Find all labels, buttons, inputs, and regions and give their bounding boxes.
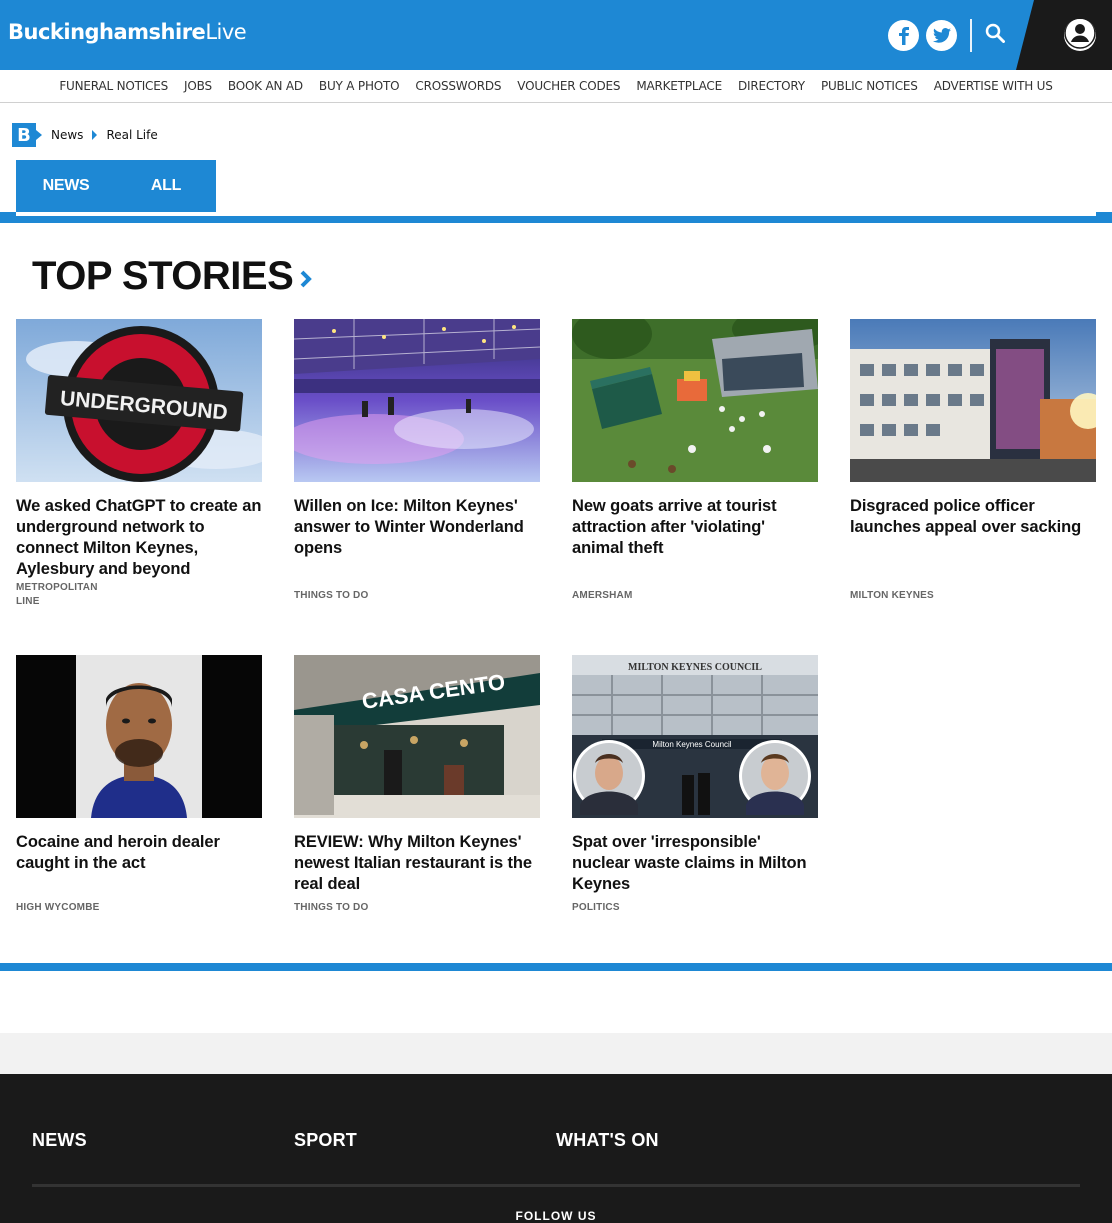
story-headline[interactable]: We asked ChatGPT to create an undergroun…	[16, 496, 262, 580]
story-card[interactable]: Cocaine and heroin dealer caught in the …	[16, 655, 262, 913]
story-image-police-station[interactable]	[850, 319, 1096, 482]
story-card[interactable]: MILTON KEYNES COUNCIL Milton Keynes Coun…	[572, 655, 818, 913]
nav-item-book-an-ad[interactable]: BOOK AN AD	[220, 79, 311, 93]
tab-all[interactable]: ALL	[116, 160, 216, 212]
breadcrumb-real-life[interactable]: Real Life	[106, 128, 157, 142]
story-headline[interactable]: REVIEW: Why Milton Keynes' newest Italia…	[294, 832, 540, 895]
nav-item-directory[interactable]: DIRECTORY	[730, 79, 813, 93]
breadcrumb-arrow-icon	[92, 130, 98, 140]
tab-news[interactable]: NEWS	[16, 160, 116, 212]
story-image-ice-rink[interactable]	[294, 319, 540, 482]
story-card[interactable]: Willen on Ice: Milton Keynes' answer to …	[294, 319, 540, 601]
footer-link-news[interactable]: NEWS	[32, 1130, 87, 1151]
story-tag[interactable]: MILTON KEYNES	[850, 589, 934, 603]
story-image-council[interactable]: MILTON KEYNES COUNCIL Milton Keynes Coun…	[572, 655, 818, 818]
facebook-icon	[897, 26, 911, 45]
story-tag[interactable]: THINGS TO DO	[294, 901, 368, 915]
story-headline[interactable]: Spat over 'irresponsible' nuclear waste …	[572, 832, 818, 895]
facebook-button[interactable]	[888, 20, 919, 51]
logo-text-bold: Buckinghamshire	[8, 20, 206, 44]
nav-item-funeral-notices[interactable]: FUNERAL NOTICES	[51, 79, 176, 93]
story-headline[interactable]: Willen on Ice: Milton Keynes' answer to …	[294, 496, 540, 559]
nav-item-marketplace[interactable]: MARKETPLACE	[628, 79, 730, 93]
search-icon	[985, 23, 1005, 47]
nav-item-public-notices[interactable]: PUBLIC NOTICES	[813, 79, 926, 93]
twitter-icon	[932, 28, 951, 43]
footer-link-sport[interactable]: SPORT	[294, 1130, 357, 1151]
story-card[interactable]: UNDERGROUND We asked ChatGPT to create a…	[16, 319, 262, 607]
follow-us-label: FOLLOW US	[515, 1209, 597, 1223]
breadcrumb-home-badge[interactable]: B	[12, 123, 42, 147]
section-divider-band	[0, 963, 1112, 971]
story-headline[interactable]: Cocaine and heroin dealer caught in the …	[16, 832, 262, 874]
search-button[interactable]	[979, 19, 1011, 51]
account-button[interactable]	[1064, 19, 1096, 51]
chevron-right-icon	[299, 254, 313, 299]
story-image-farm[interactable]	[572, 319, 818, 482]
council-sign-text: MILTON KEYNES COUNCIL	[628, 662, 762, 673]
user-icon	[1064, 19, 1096, 51]
logo-text-light: Live	[205, 20, 247, 44]
story-card[interactable]: CASA CENTO REVIEW: Why Milton Keynes' ne…	[294, 655, 540, 913]
site-logo[interactable]: BuckinghamshireLive	[8, 20, 247, 44]
story-tag[interactable]: AMERSHAM	[572, 589, 633, 603]
top-stories-heading[interactable]: TOP STORIES	[32, 254, 313, 299]
breadcrumb: B News Real Life	[12, 123, 158, 147]
header-divider	[970, 19, 972, 52]
twitter-button[interactable]	[926, 20, 957, 51]
story-image-mugshot[interactable]	[16, 655, 262, 818]
story-headline[interactable]: New goats arrive at tourist attraction a…	[572, 496, 818, 559]
nav-item-advertise-with-us[interactable]: ADVERTISE WITH US	[926, 79, 1061, 93]
nav-item-buy-a-photo[interactable]: BUY A PHOTO	[311, 79, 407, 93]
story-headline[interactable]: Disgraced police officer launches appeal…	[850, 496, 1096, 538]
footer-link-whats-on[interactable]: WHAT'S ON	[556, 1130, 659, 1151]
story-card[interactable]: Disgraced police officer launches appeal…	[850, 319, 1096, 601]
council-banner-text: Milton Keynes Council	[652, 740, 731, 749]
story-tag[interactable]: METROPOLITAN LINE	[16, 581, 116, 609]
nav-item-voucher-codes[interactable]: VOUCHER CODES	[509, 79, 628, 93]
site-header: BuckinghamshireLive	[0, 0, 1112, 70]
nav-item-crosswords[interactable]: CROSSWORDS	[407, 79, 509, 93]
story-image-restaurant[interactable]: CASA CENTO	[294, 655, 540, 818]
ad-strip	[0, 1033, 1112, 1074]
story-card[interactable]: New goats arrive at tourist attraction a…	[572, 319, 818, 601]
nav-item-jobs[interactable]: JOBS	[176, 79, 220, 93]
breadcrumb-news[interactable]: News	[51, 128, 83, 142]
story-tag[interactable]: POLITICS	[572, 901, 620, 915]
tab-bar: NEWS ALL	[16, 160, 216, 212]
story-tag[interactable]: THINGS TO DO	[294, 589, 368, 603]
story-tag[interactable]: HIGH WYCOMBE	[16, 901, 100, 915]
story-image-underground[interactable]: UNDERGROUND	[16, 319, 262, 482]
footer-divider	[32, 1184, 1080, 1187]
top-stories-title: TOP STORIES	[32, 254, 294, 298]
top-nav: FUNERAL NOTICES JOBS BOOK AN AD BUY A PH…	[0, 70, 1112, 103]
tab-underline	[16, 212, 1096, 216]
